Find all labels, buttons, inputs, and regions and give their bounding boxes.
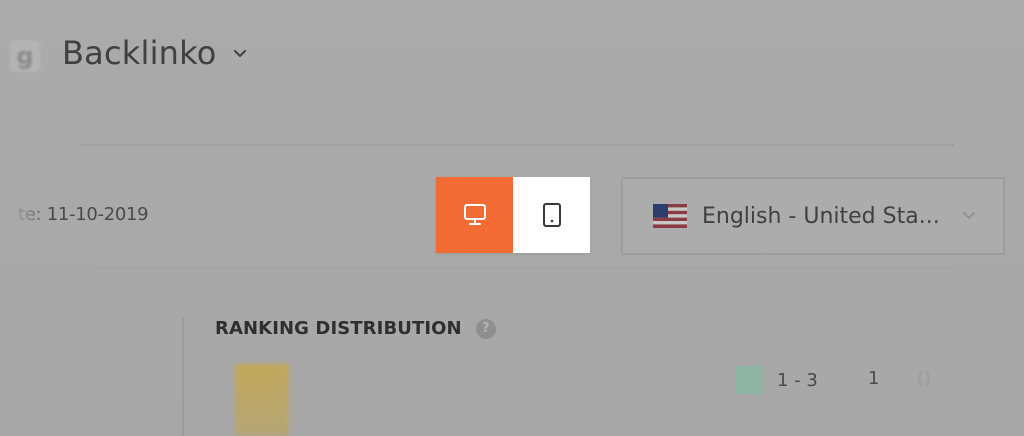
page: g Backlinko te: 11-10-2019 English - Uni…: [0, 0, 1024, 436]
language-label: English - United Sta...: [702, 203, 940, 229]
logo-letter: g: [16, 42, 34, 70]
device-toggle: [436, 177, 590, 253]
section-title: RANKING DISTRIBUTION: [215, 318, 462, 339]
chevron-down-icon: [963, 212, 975, 219]
legend-extra: (): [917, 368, 932, 389]
project-name: Backlinko: [62, 34, 217, 72]
chevron-down-icon: [233, 50, 246, 57]
legend-range: 1 - 3: [777, 369, 818, 391]
help-icon[interactable]: ?: [475, 318, 496, 339]
section-divider: [95, 268, 954, 269]
header-divider: [80, 144, 954, 146]
legend-item: 1 - 3: [735, 366, 818, 394]
project-selector[interactable]: Backlinko: [62, 34, 249, 72]
us-flag-icon: [653, 204, 687, 228]
vertical-divider: [182, 318, 184, 436]
desktop-icon: [463, 204, 486, 225]
tablet-button[interactable]: [513, 177, 590, 253]
ranking-distribution-header: RANKING DISTRIBUTION ?: [215, 318, 496, 339]
app-logo: g: [10, 40, 40, 72]
legend-swatch: [735, 366, 763, 394]
legend-count: 1: [868, 368, 880, 389]
distribution-bar: [235, 364, 289, 436]
language-select[interactable]: English - United Sta...: [621, 177, 1005, 255]
date-fade: [0, 195, 48, 231]
tablet-icon: [542, 203, 561, 227]
desktop-button[interactable]: [436, 177, 513, 253]
